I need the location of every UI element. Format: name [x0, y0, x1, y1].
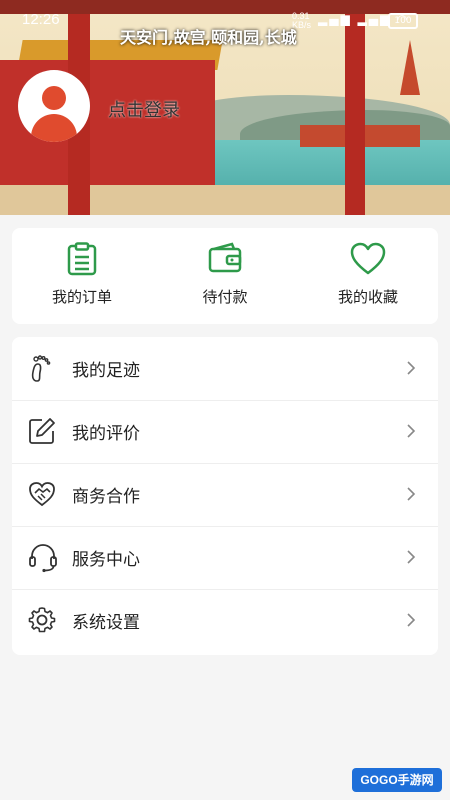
menu-item-label: 系统设置 — [72, 613, 140, 633]
menu-item-footprints[interactable]: 我的足迹 — [12, 337, 438, 401]
banner-caption: 天安门,故宫,颐和园,长城 — [120, 28, 297, 47]
menu-item-label: 商务合作 — [72, 487, 140, 507]
favorites-button[interactable]: 我的收藏 — [298, 242, 438, 307]
menu-item-label: 我的足迹 — [72, 361, 140, 381]
pending-payment-button[interactable]: 待付款 — [155, 242, 295, 307]
gear-icon — [28, 607, 56, 633]
menu-item-business[interactable]: 商务合作 — [12, 463, 438, 527]
watermark-logo: GOGO手游网 — [352, 768, 442, 792]
menu-item-reviews[interactable]: 我的评价 — [12, 400, 438, 464]
login-link[interactable]: 点击登录 — [108, 96, 180, 122]
battery-level: 100 — [394, 16, 412, 26]
status-time: 12:26 — [22, 11, 60, 28]
quick-actions-card: 我的订单 待付款 我的收藏 — [12, 228, 438, 324]
quick-action-label: 待付款 — [202, 288, 248, 306]
edit-icon — [29, 418, 55, 444]
chevron-right-icon — [407, 550, 416, 564]
wallet-icon — [208, 242, 242, 273]
footprint-icon — [31, 355, 51, 382]
menu-item-settings[interactable]: 系统设置 — [12, 589, 438, 652]
avatar-head — [42, 86, 66, 110]
handshake-icon — [29, 482, 55, 507]
quick-action-label: 我的订单 — [51, 288, 112, 306]
clipboard-icon — [67, 242, 97, 276]
menu-item-label: 服务中心 — [72, 550, 140, 570]
chevron-right-icon — [407, 613, 416, 627]
menu-card: 我的足迹 我的评价 商务合作 服务中心 系统设置 — [12, 337, 438, 655]
chevron-right-icon — [407, 487, 416, 501]
pagoda-decoration — [400, 40, 420, 95]
avatar-body — [31, 114, 77, 142]
my-orders-button[interactable]: 我的订单 — [12, 242, 152, 307]
menu-item-service[interactable]: 服务中心 — [12, 526, 438, 590]
menu-item-label: 我的评价 — [72, 424, 140, 444]
quick-action-label: 我的收藏 — [337, 288, 398, 306]
avatar[interactable] — [18, 70, 90, 142]
heart-icon — [350, 242, 386, 275]
chevron-right-icon — [407, 424, 416, 438]
chevron-right-icon — [407, 361, 416, 375]
headset-icon — [29, 544, 57, 573]
battery-icon: 100 — [388, 13, 418, 29]
